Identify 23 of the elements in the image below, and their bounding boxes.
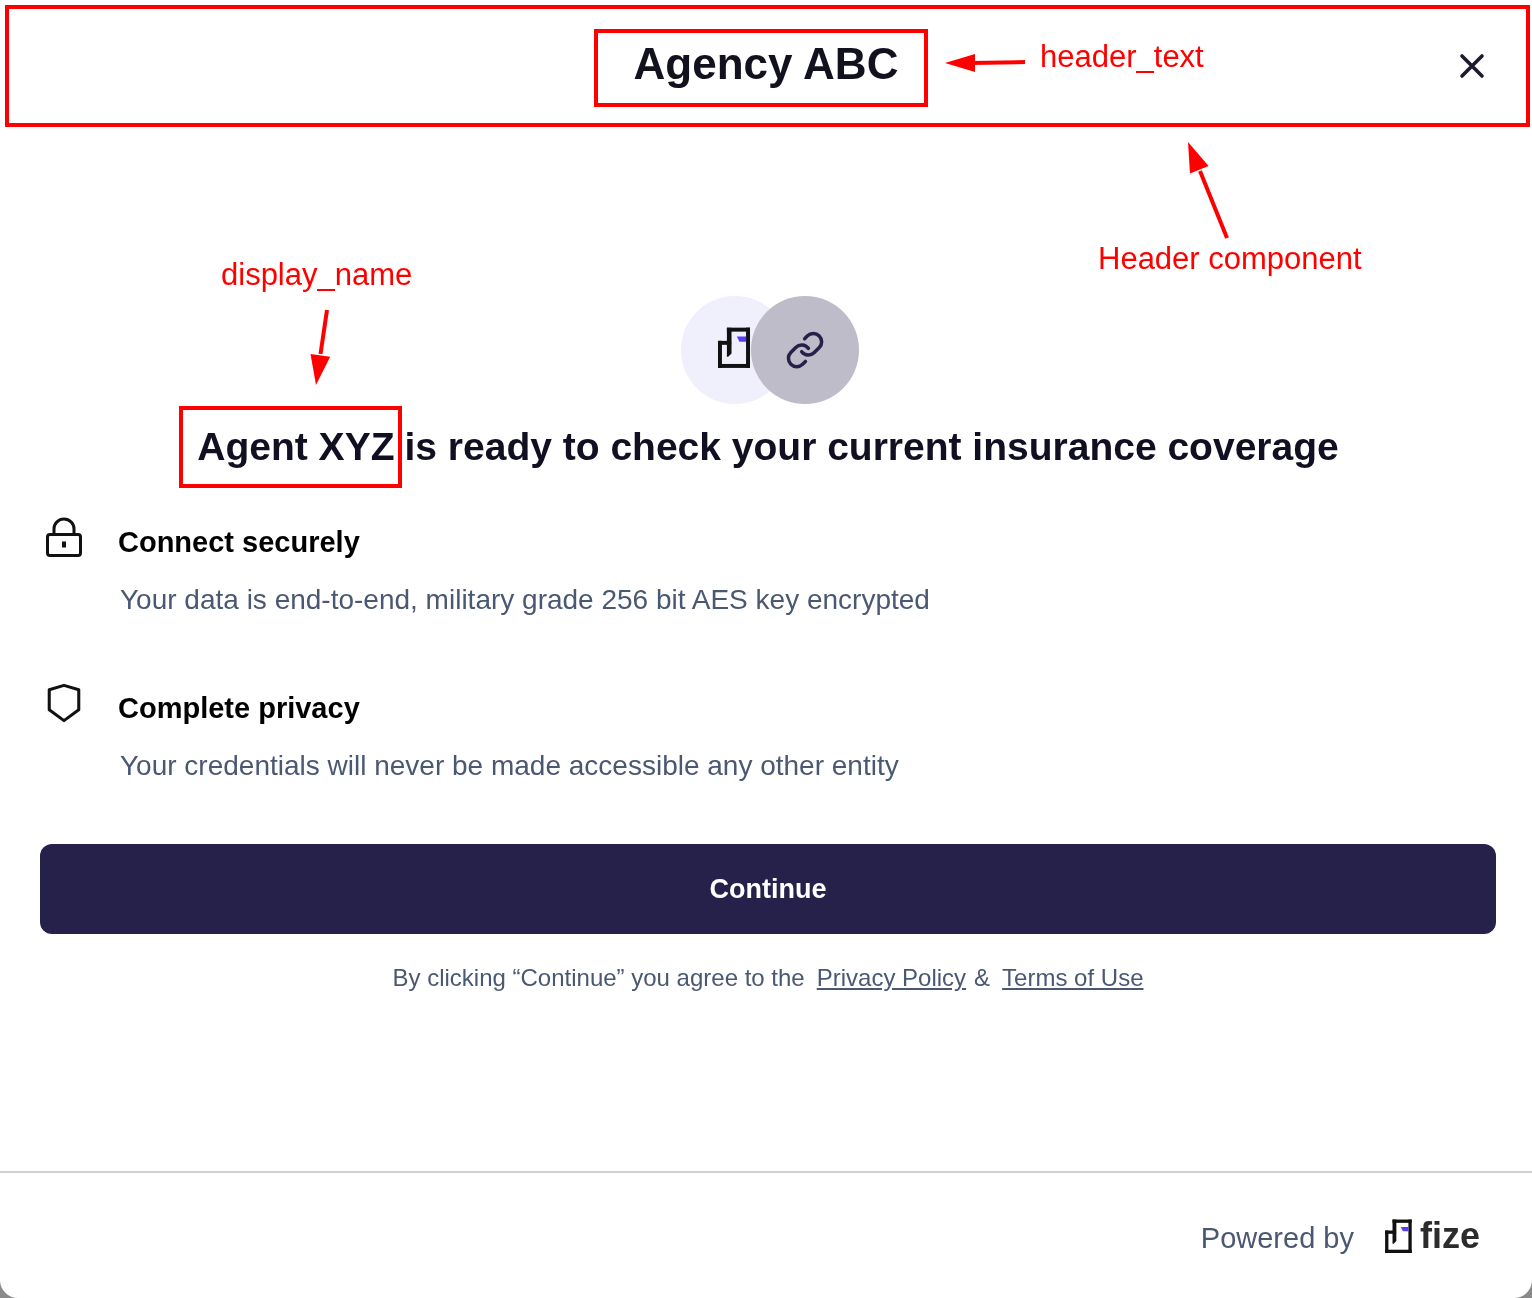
brand-name: fize (1420, 1214, 1480, 1257)
shield-icon (46, 683, 82, 723)
lock-icon (46, 517, 82, 557)
brand-logo-icon (1384, 1218, 1412, 1253)
terms-link[interactable]: Terms of Use (1002, 963, 1144, 993)
display-name: Agent XYZ (197, 425, 395, 468)
consent-text: By clicking “Continue” you agree to the (392, 963, 805, 993)
link-icon (751, 296, 859, 404)
feature-description: Your data is end-to-end, military grade 256 bit AES key encrypted (120, 583, 931, 617)
feature-description: Your credentials will never be made accessible any other entity (120, 749, 900, 783)
close-button[interactable] (1459, 53, 1485, 79)
annotation-label: header_text (1040, 39, 1204, 75)
header-title: Agency ABC (633, 38, 899, 90)
powered-by-text: Powered by (1200, 1222, 1354, 1255)
continue-button[interactable]: Continue (40, 844, 1496, 934)
close-icon (1459, 53, 1485, 79)
headline-text: is ready to check your current insurance coverage (404, 424, 1339, 470)
feature-title: Connect securely (118, 525, 361, 560)
annotation-label: Header component (1098, 241, 1362, 277)
privacy-policy-link[interactable]: Privacy Policy (816, 963, 967, 993)
ampersand-text: & (974, 963, 991, 993)
annotation-label: display_name (221, 257, 413, 293)
feature-title: Complete privacy (118, 691, 361, 726)
